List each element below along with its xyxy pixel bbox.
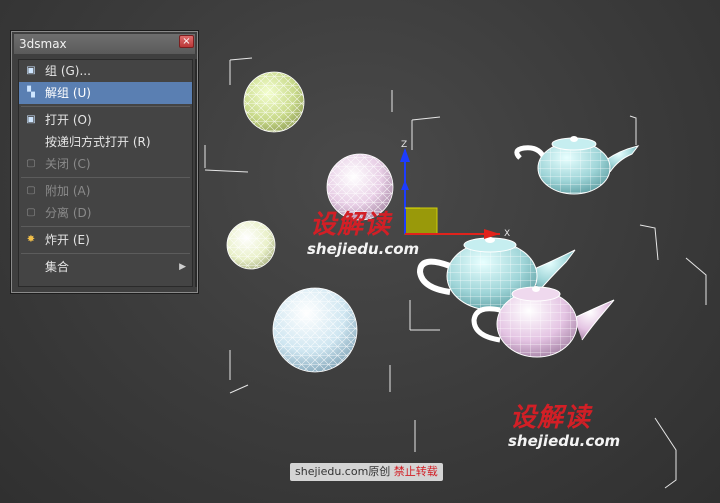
menu-separator xyxy=(21,226,190,227)
gizmo-z-label: Z xyxy=(401,140,407,150)
menu-item-ungroup[interactable]: ▚ 解组 (U) xyxy=(19,82,192,104)
menu-item-label: 组 (G)... xyxy=(45,64,91,78)
teapot-teal-top xyxy=(514,136,640,195)
transform-gizmo xyxy=(400,148,500,239)
attach-icon: ▢ xyxy=(26,185,36,196)
menu-separator xyxy=(21,106,190,107)
explode-icon: ✸ xyxy=(26,234,36,245)
detach-icon: ▢ xyxy=(26,207,36,218)
title-bar[interactable]: 3dsmax xyxy=(14,34,195,54)
menu-item-label: 分离 (D) xyxy=(45,206,92,220)
group-icon: ▣ xyxy=(26,65,36,76)
watermark-logo-center: 设解读 xyxy=(310,210,392,240)
watermark-url-center: shejiedu.com xyxy=(307,240,420,258)
sphere-cream xyxy=(226,220,276,270)
menu-item-label: 炸开 (E) xyxy=(45,233,90,247)
menu-item-attach[interactable]: ▢ 附加 (A) xyxy=(19,180,192,202)
open-group-icon: ▣ xyxy=(26,114,36,125)
sphere-green xyxy=(243,71,305,133)
sphere-blue xyxy=(272,287,358,373)
watermark-url-bottom: shejiedu.com xyxy=(508,432,621,450)
footer-site: shejiedu.com xyxy=(295,465,369,478)
submenu-arrow-icon: ▶ xyxy=(179,262,186,272)
menu-item-label: 解组 (U) xyxy=(45,86,91,100)
menu-item-label: 附加 (A) xyxy=(45,184,91,198)
group-menu: ▣ 组 (G)... ▚ 解组 (U) ▣ 打开 (O) 按递归方式打开 (R)… xyxy=(18,59,193,287)
footer-copyright-badge: shejiedu.com原创 禁止转载 xyxy=(290,463,443,481)
close-group-icon: ▢ xyxy=(26,158,36,169)
watermark-logo-bottom: 设解读 xyxy=(510,403,592,433)
menu-item-close[interactable]: ▢ 关闭 (C) xyxy=(19,153,192,175)
menu-item-label: 按递归方式打开 (R) xyxy=(45,135,151,149)
close-button[interactable]: × xyxy=(179,35,194,48)
menu-separator xyxy=(21,177,190,178)
footer-notice: 禁止转载 xyxy=(393,465,438,478)
menu-item-label: 打开 (O) xyxy=(45,113,92,127)
menu-item-label: 关闭 (C) xyxy=(45,157,91,171)
menu-item-open-recursive[interactable]: 按递归方式打开 (R) xyxy=(19,131,192,153)
menu-item-label: 集合 xyxy=(45,260,70,274)
gizmo-x-label: X xyxy=(504,229,510,239)
menu-item-detach[interactable]: ▢ 分离 (D) xyxy=(19,202,192,224)
menu-item-assembly[interactable]: 集合 ▶ xyxy=(19,256,192,278)
menu-item-explode[interactable]: ✸ 炸开 (E) xyxy=(19,229,192,251)
menu-item-open[interactable]: ▣ 打开 (O) xyxy=(19,109,192,131)
menu-separator xyxy=(21,253,190,254)
window-title: 3dsmax xyxy=(19,37,67,51)
menu-item-group[interactable]: ▣ 组 (G)... xyxy=(19,60,192,82)
group-menu-window: 3dsmax × ▣ 组 (G)... ▚ 解组 (U) ▣ 打开 (O) 按递… xyxy=(11,31,198,293)
ungroup-icon: ▚ xyxy=(27,87,35,98)
footer-original: 原创 xyxy=(368,465,391,478)
menu-scrollbar xyxy=(195,59,197,287)
